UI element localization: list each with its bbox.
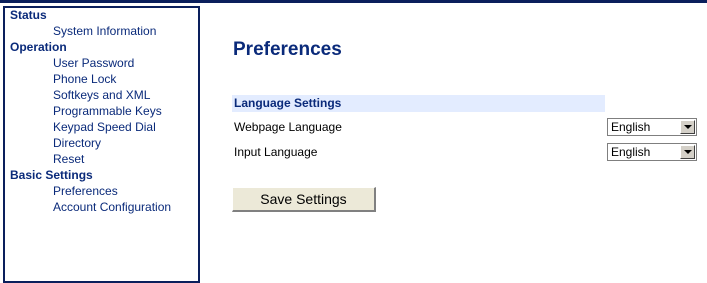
sidebar-group-status[interactable]: Status	[5, 8, 198, 24]
main-content: Preferences Language Settings Webpage La…	[200, 6, 707, 283]
sidebar-item-directory[interactable]: Directory	[5, 136, 198, 152]
chevron-down-icon[interactable]	[680, 120, 695, 134]
input-language-select[interactable]: English	[607, 143, 697, 161]
sidebar-item-user-password[interactable]: User Password	[5, 56, 198, 72]
sidebar-menu: Status System Information Operation User…	[5, 8, 198, 281]
sidebar: Status System Information Operation User…	[3, 6, 200, 283]
sidebar-item-account-configuration[interactable]: Account Configuration	[5, 200, 198, 216]
sidebar-group-basic-settings[interactable]: Basic Settings	[5, 168, 198, 184]
sidebar-item-programmable-keys[interactable]: Programmable Keys	[5, 104, 198, 120]
sidebar-item-phone-lock[interactable]: Phone Lock	[5, 72, 198, 88]
input-language-label: Input Language	[234, 145, 318, 159]
section-header-language-settings: Language Settings	[232, 95, 605, 112]
sidebar-item-reset[interactable]: Reset	[5, 152, 198, 168]
sidebar-group-operation[interactable]: Operation	[5, 40, 198, 56]
sidebar-item-softkeys-and-xml[interactable]: Softkeys and XML	[5, 88, 198, 104]
sidebar-item-system-information[interactable]: System Information	[5, 24, 198, 40]
page-frame: Status System Information Operation User…	[0, 0, 707, 283]
page-title: Preferences	[233, 39, 342, 60]
webpage-language-label: Webpage Language	[234, 120, 342, 134]
input-language-value: English	[611, 145, 651, 159]
sidebar-item-preferences[interactable]: Preferences	[5, 184, 198, 200]
save-settings-button[interactable]: Save Settings	[232, 187, 376, 212]
webpage-language-value: English	[611, 120, 651, 134]
chevron-down-icon[interactable]	[680, 145, 695, 159]
sidebar-item-keypad-speed-dial[interactable]: Keypad Speed Dial	[5, 120, 198, 136]
webpage-language-select[interactable]: English	[607, 118, 697, 136]
